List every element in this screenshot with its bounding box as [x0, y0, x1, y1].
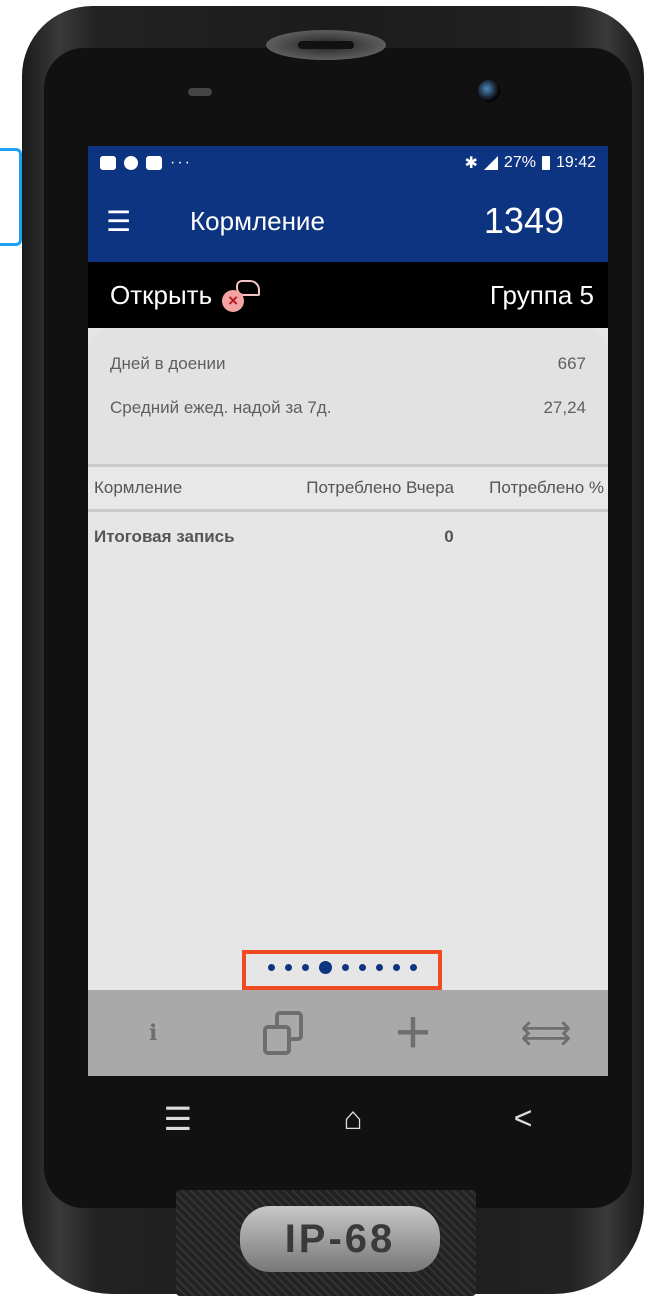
app-bar: ☰ Кормление 1349	[88, 180, 608, 262]
bottom-toolbar: ℹ + ⇇⇉	[88, 990, 608, 1076]
back-key-icon[interactable]: <	[514, 1100, 533, 1138]
cow-info-button[interactable]: ℹ	[113, 1003, 193, 1063]
cow-info-icon: ℹ	[148, 1020, 158, 1045]
info-value: 27,24	[543, 398, 586, 417]
copy-button[interactable]	[243, 1003, 323, 1063]
proximity-sensor	[188, 88, 212, 96]
more-notifications-icon: ···	[170, 154, 192, 171]
hamburger-menu-icon[interactable]: ☰	[106, 205, 146, 238]
switch-arrows-button[interactable]: ⇇⇉	[503, 1003, 583, 1063]
open-status-label: Открыть	[110, 279, 213, 310]
info-label: Средний ежед. надой за 7д.	[110, 398, 332, 417]
table-header: Кормление Потреблено Вчера Потреблено %	[88, 464, 608, 512]
gallery-icon	[100, 156, 116, 170]
earpiece-speaker	[266, 30, 386, 60]
page-title: Кормление	[190, 205, 325, 236]
row-name: Итоговая запись	[94, 527, 235, 546]
signal-icon	[483, 156, 498, 170]
info-row-days-in-milk: Дней в доении 667	[88, 342, 608, 386]
info-value: 667	[557, 354, 586, 373]
clock: 19:42	[555, 154, 596, 171]
youtube-icon	[146, 156, 162, 170]
cow-status-icon: ×	[222, 280, 261, 312]
highlight-marker	[0, 148, 22, 246]
app-screen: ··· ✱ 27% 19:42 ☰ Кормление 1349 Открыть…	[88, 146, 608, 1076]
home-key-icon[interactable]: ⌂	[343, 1100, 362, 1138]
column-header-consumed-percent[interactable]: Потреблено %	[489, 478, 604, 498]
front-camera	[478, 80, 500, 102]
animal-number: 1349	[483, 200, 564, 241]
menu-key-icon[interactable]: ☰	[164, 1100, 193, 1138]
info-label: Дней в доении	[110, 354, 226, 373]
battery-percent: 27%	[503, 154, 536, 171]
table-row[interactable]: Итоговая запись 0	[88, 512, 608, 562]
bluetooth-icon: ✱	[464, 155, 478, 172]
row-value: 0	[444, 527, 454, 546]
ip68-badge: IP-68	[240, 1206, 440, 1272]
navigation-keys: ☰ ⌂ <	[88, 1100, 608, 1138]
battery-icon	[541, 156, 550, 170]
app-notification-icon	[124, 156, 138, 170]
column-header-consumed-yesterday[interactable]: Потреблено Вчера	[264, 478, 454, 498]
group-label: Группа 5	[489, 279, 594, 310]
feeding-table: Кормление Потреблено Вчера Потреблено % …	[88, 464, 608, 562]
page-indicator-highlight	[242, 950, 442, 990]
copy-icon	[263, 1011, 303, 1055]
column-header-feeding[interactable]: Кормление	[94, 478, 264, 498]
status-bar: ··· ✱ 27% 19:42	[88, 146, 608, 180]
info-card: Дней в доении 667 Средний ежед. надой за…	[88, 328, 608, 464]
add-button[interactable]: +	[373, 1002, 453, 1064]
info-row-avg-yield: Средний ежед. надой за 7д. 27,24	[88, 386, 608, 430]
sub-header: Открыть × Группа 5	[88, 262, 608, 328]
